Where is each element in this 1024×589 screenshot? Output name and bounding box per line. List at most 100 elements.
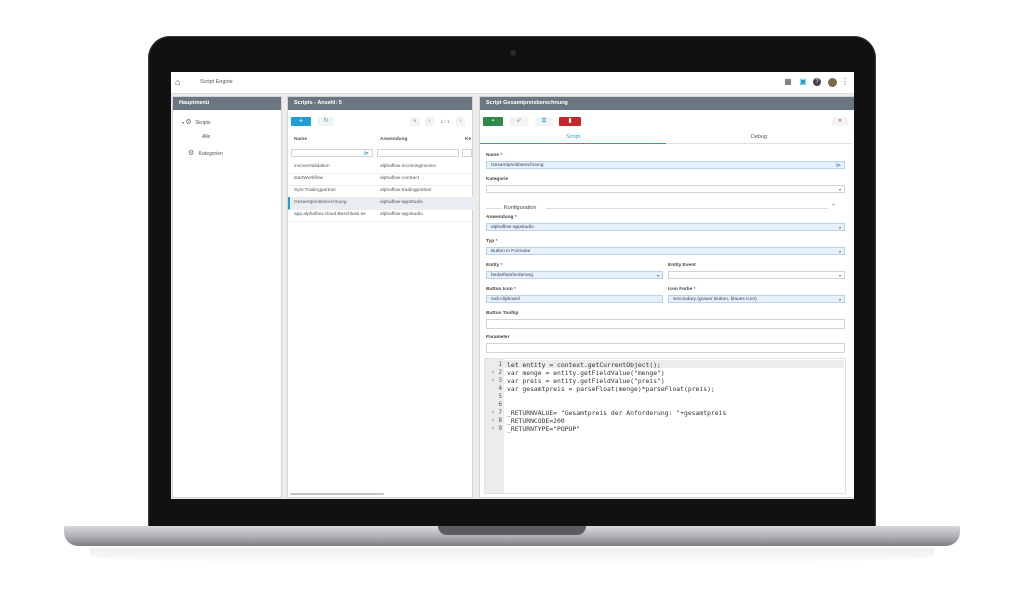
cell-name: Gesamtpreisberechnung [294, 200, 347, 205]
chevron-up-icon[interactable]: ⌃ [831, 203, 836, 210]
filter-kategorie-input[interactable] [462, 149, 472, 157]
column-header-kategorie[interactable]: Ke [465, 137, 471, 142]
apps-grid-icon[interactable]: ▦ [783, 77, 793, 87]
top-bar: ⌂ Script Engine ▦ ▣ ? ⋮ [171, 72, 854, 94]
line-number: ‹ 7 [491, 409, 502, 416]
anwendung-value: alphaflow-appstudio [491, 225, 534, 230]
button-icon-input[interactable]: mdi-clipboard [486, 295, 663, 303]
filter-icon: ⊳ [835, 163, 841, 169]
save-icon: ▪ [491, 118, 495, 124]
first-page-button[interactable]: « [410, 117, 420, 126]
cell-anwendung: alphaflow-appstudio [380, 212, 423, 217]
table-row[interactable]: app.alphaflow.cloud.Beschluss.se alphafl… [288, 209, 472, 222]
entity-value: bedarfsanforderung [491, 273, 533, 278]
chevron-down-icon: ▾ [656, 273, 659, 278]
tree-item-skripts[interactable]: ▾ ⚙ Skripts [182, 118, 210, 126]
line-number: 6 [498, 401, 502, 408]
section-divider [486, 208, 502, 209]
line-number: 4 [498, 385, 502, 392]
cell-anwendung: alphaflow-incominginvoice [380, 164, 436, 169]
code-line: let entity = context.getCurrentObject(); [507, 361, 661, 369]
name-label: Name * [486, 153, 503, 158]
tab-debug[interactable]: Debug [666, 131, 852, 144]
code-line: var menge = entity.getFieldValue("menge"… [507, 369, 665, 377]
more-vert-icon[interactable]: ⋮ [840, 77, 850, 87]
laptop-base [64, 526, 960, 546]
delete-button[interactable]: ▮ [559, 117, 581, 126]
chevron-down-icon: ▾ [838, 225, 841, 230]
gear-icon: ⚙ [188, 150, 195, 157]
button-icon-value: mdi-clipboard [491, 297, 520, 302]
chevron-down-icon: ▾ [182, 120, 185, 125]
main-menu-header: Hauptmenü [173, 97, 281, 110]
icon-farbe-value: Secondary (grauer Button, blaues Icon) [673, 297, 757, 302]
parameter-label: Parameter [486, 335, 510, 340]
chevron-down-icon: ▾ [838, 187, 841, 192]
horizontal-scrollbar[interactable] [290, 493, 384, 495]
add-script-button[interactable]: + [291, 117, 311, 126]
scripts-header: Scripts - Anzahl: 5 [288, 97, 472, 110]
typ-select[interactable]: Button in Formular ▾ [486, 247, 845, 255]
chevron-down-icon: ▾ [838, 297, 841, 302]
column-header-anwendung[interactable]: Anwendung [380, 137, 407, 142]
close-button[interactable]: ✕ [832, 117, 848, 126]
tree-item-alle[interactable]: Alle [202, 134, 210, 140]
button-tooltip-label: Button Tooltip [486, 311, 519, 316]
prev-page-button[interactable]: ‹ [425, 117, 434, 126]
line-number: ‹ 9 [491, 425, 502, 432]
run-button[interactable]: ➶ [510, 117, 528, 126]
name-value: Gesamtpreisberechnung [491, 163, 544, 168]
name-input[interactable]: Gesamtpreisberechnung ⊳ [486, 161, 845, 169]
kategorie-select[interactable]: ▾ [486, 185, 845, 193]
code-line: var gesamtpreis = parseFloat(menge)*pars… [507, 385, 715, 393]
button-icon-label: Button Icon * [486, 287, 516, 292]
cell-name: invoiceValidation [294, 164, 330, 169]
cell-anwendung: alphaflow-contract [380, 176, 419, 181]
code-line: _RETURNTYPE="POPUP" [507, 425, 581, 433]
copy-button[interactable]: ⧉ [535, 117, 553, 126]
entity-event-select[interactable]: ▾ [668, 271, 845, 279]
code-editor[interactable]: 1 ‹ 2 ‹ 3 4 5 6 ‹ 7 ‹ 8 ‹ 9 let entity =… [484, 358, 846, 494]
kategorie-label: Kategorie [486, 177, 509, 182]
column-header-name[interactable]: Name [294, 137, 307, 142]
code-line: _RETURNCODE=200 [507, 417, 565, 425]
line-number: ‹ 3 [491, 377, 502, 384]
entity-select[interactable]: bedarfsanforderung ▾ [486, 271, 663, 279]
gift-icon[interactable]: ▣ [798, 77, 808, 87]
entity-label: Entity * [486, 263, 503, 268]
trash-icon: ▮ [568, 118, 572, 124]
tree-item-label: Skripts [195, 120, 211, 126]
page-indicator: 1 / 1 [440, 119, 450, 124]
scripts-panel: Scripts - Anzahl: 5 + ↻ « ‹ 1 / 1 › Name… [287, 96, 474, 498]
code-line: var preis = entity.getFieldValue("preis"… [507, 377, 665, 385]
save-button[interactable]: ▪ [483, 117, 503, 126]
typ-label: Typ * [486, 239, 498, 244]
filter-anwendung-input[interactable] [377, 149, 459, 157]
anwendung-label: Anwendung * [486, 215, 517, 220]
home-icon[interactable]: ⌂ [175, 77, 185, 87]
cell-name: SyncTradingpartner [294, 188, 336, 193]
camera [510, 50, 516, 56]
tree-item-kategorien[interactable]: ⚙ Kategorien [188, 149, 223, 157]
code-line: _RETURNVALUE= "Gesamtpreis der Anforderu… [507, 409, 727, 417]
filter-name-input[interactable]: ⊳ [291, 149, 373, 157]
entity-event-label: Entity Event [668, 263, 696, 268]
laptop-reflection [90, 548, 934, 564]
refresh-button[interactable]: ↻ [318, 117, 334, 126]
line-number: ‹ 2 [491, 369, 502, 376]
line-number: 1 [498, 361, 502, 368]
avatar[interactable] [827, 77, 837, 87]
app-screen: ⌂ Script Engine ▦ ▣ ? ⋮ Hauptmenü ▾ ⚙ Sk… [171, 72, 854, 499]
parameter-input[interactable] [486, 343, 845, 353]
chevron-down-icon: ▾ [838, 273, 841, 278]
help-icon[interactable]: ? [812, 77, 822, 87]
next-page-button[interactable]: › [456, 117, 465, 126]
button-tooltip-input[interactable] [486, 319, 845, 329]
anwendung-select[interactable]: alphaflow-appstudio ▾ [486, 223, 845, 231]
tab-script[interactable]: Script [480, 131, 666, 144]
section-divider [546, 208, 828, 209]
line-number: ‹ 8 [491, 417, 502, 424]
tree-item-label: Kategorien [198, 151, 223, 157]
laptop-notch [438, 526, 586, 535]
icon-farbe-select[interactable]: Secondary (grauer Button, blaues Icon) ▾ [668, 295, 845, 303]
